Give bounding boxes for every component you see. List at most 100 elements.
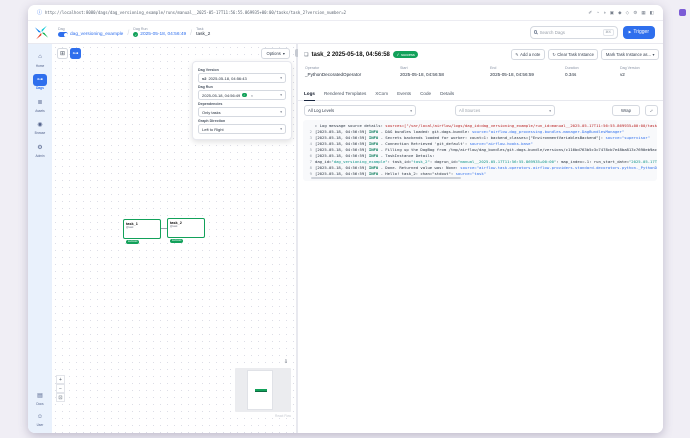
- search-dags-input[interactable]: Search Dags ⌘K: [530, 26, 618, 39]
- browser-extension-icon[interactable]: ✐: [588, 10, 592, 16]
- chevron-down-icon: ▾: [549, 109, 551, 113]
- options-popover: Dag Version v2 2025-05-18, 04:56:43 ▾ Da…: [192, 61, 292, 140]
- log-filter-bar: All Log Levels▾ All Sources▾ Wrap ↕: [298, 105, 663, 117]
- task-detail-tab[interactable]: Rendered Templates: [324, 89, 366, 101]
- task-node-task-1[interactable]: task_1 @task success: [123, 219, 161, 239]
- graph-direction-label: Graph Direction: [198, 119, 286, 123]
- task-node-task-2[interactable]: task_2 @task success: [167, 218, 205, 238]
- graph-zoom-controls: + − ⊡: [56, 375, 65, 402]
- fullscreen-logs-button[interactable]: ↕: [645, 105, 658, 116]
- play-icon: ▶: [629, 30, 632, 34]
- log-level-select[interactable]: All Log Levels▾: [304, 105, 416, 116]
- breadcrumb-task-value[interactable]: task_2: [196, 32, 210, 37]
- clear-selection-icon[interactable]: ×: [251, 93, 253, 98]
- minimap-viewport: [247, 370, 273, 410]
- zoom-in-button[interactable]: +: [56, 375, 65, 384]
- chevron-down-icon: ▾: [410, 109, 412, 113]
- breadcrumb: Dag dag_versioning_example / Dag Run ✓ 2…: [58, 27, 210, 37]
- browser-toolbar: ⓘ http://localhost:8080/dags/dag_version…: [28, 5, 663, 21]
- task-doc-icon: ❏: [304, 52, 308, 58]
- note-icon: ✎: [515, 52, 518, 57]
- site-info-icon[interactable]: ⓘ: [37, 9, 42, 16]
- app-header: Dag dag_versioning_example / Dag Run ✓ 2…: [28, 21, 663, 44]
- task-instance-title: task_2 2025-05-18, 04:56:58: [311, 52, 389, 58]
- address-bar[interactable]: http://localhost:8080/dags/dag_versionin…: [45, 10, 346, 15]
- breadcrumb-run-link[interactable]: 2025-05-18, 04:56:49: [140, 32, 186, 37]
- clear-task-instance-button[interactable]: ↻ Clear Task Instance: [548, 49, 599, 60]
- search-placeholder: Search Dags: [540, 30, 565, 35]
- browser-extension-icon[interactable]: ◔: [596, 10, 599, 15]
- dag-graph-panel: ⊞ ⊶ Options▾ Dag Version v2 2025-05-18, …: [52, 44, 296, 433]
- chevron-down-icon: ▾: [280, 93, 282, 97]
- task-detail-tab[interactable]: Logs: [304, 89, 315, 101]
- task-status-badge: ✓ success: [393, 51, 418, 58]
- task-instance-panel: ❏ task_2 2025-05-18, 04:56:58 ✓ success …: [298, 44, 663, 433]
- log-viewer: ▸ Log message source details: sources=["…: [303, 120, 657, 181]
- sidebar-nav-icon: ≣: [33, 96, 47, 108]
- log-horizontal-scrollbar[interactable]: [311, 177, 461, 179]
- breadcrumb-separator: /: [190, 30, 192, 37]
- task-detail-tab[interactable]: XCom: [375, 89, 388, 101]
- sidebar-bottom-icon: ▤: [33, 389, 47, 401]
- dag-version-select[interactable]: v2 2025-05-18, 04:56:43 ▾: [198, 73, 286, 83]
- task-detail-tabs: Logs Rendered Templates XCom Events Code…: [298, 89, 663, 101]
- run-success-icon: ✓: [242, 93, 247, 98]
- breadcrumb-task-label: Task: [196, 27, 210, 31]
- sidebar-nav-item[interactable]: ⚙ Admin: [33, 141, 47, 158]
- mark-task-instance-as-button[interactable]: Mark Task Instance as... ▾: [601, 49, 659, 60]
- download-graph-icon[interactable]: ⇩: [284, 359, 288, 365]
- sidebar-nav-icon: ◉: [33, 119, 47, 131]
- sidebar-nav-item[interactable]: ≣ Assets: [33, 96, 47, 113]
- trigger-dag-button[interactable]: ▶ Trigger: [623, 26, 655, 39]
- chevron-down-icon: ▾: [652, 52, 654, 57]
- browser-extension-icons: ✐ ◔ ◑ ▣ ◆ ◇⚙ ▦ ◧: [588, 10, 654, 16]
- minimap-node: [255, 389, 267, 392]
- graph-minimap[interactable]: [235, 368, 291, 412]
- sidebar-nav-icon: ⌂: [33, 51, 47, 63]
- task-detail-tab[interactable]: Details: [440, 89, 454, 101]
- task-status-badge: success: [170, 239, 183, 243]
- breadcrumb-dag-link[interactable]: dag_versioning_example: [70, 32, 123, 37]
- sidebar-bottom-item[interactable]: ☺ User: [33, 411, 47, 428]
- airflow-logo[interactable]: [34, 25, 49, 40]
- task-metadata: Operator _PythonDecoratedOperator Start …: [305, 66, 659, 77]
- wrap-logs-button[interactable]: Wrap: [612, 105, 640, 116]
- sidebar-nav-icon: ⚙: [33, 141, 47, 153]
- options-button[interactable]: Options▾: [261, 48, 290, 59]
- run-success-icon: ✓: [133, 32, 138, 37]
- search-shortcut-hint: ⌘K: [603, 29, 614, 36]
- browser-extension-icon[interactable]: ▣: [610, 10, 614, 16]
- browser-extension-icon[interactable]: ◆: [618, 10, 622, 16]
- metadata-column: Operator _PythonDecoratedOperator: [305, 66, 400, 77]
- browser-extension-icon[interactable]: ⚙: [633, 10, 637, 16]
- nav-sidebar: ⌂ Home ⊶ Dags ≣ Assets ◉ Browse: [28, 44, 52, 433]
- graph-direction-select[interactable]: Left to Right ▾: [198, 124, 286, 134]
- sidebar-nav-item[interactable]: ⊶ Dags: [33, 74, 47, 91]
- task-detail-tab[interactable]: Code: [420, 89, 431, 101]
- dependencies-select[interactable]: Only tasks ▾: [198, 107, 286, 117]
- log-source-select[interactable]: All Sources▾: [455, 105, 555, 116]
- browser-extension-icon[interactable]: ◑: [603, 10, 606, 15]
- metadata-column: Dag Version v2: [620, 66, 640, 77]
- zoom-out-button[interactable]: −: [56, 384, 65, 393]
- sidebar-nav-item[interactable]: ⌂ Home: [33, 51, 47, 68]
- add-note-button[interactable]: ✎ Add a note: [511, 49, 545, 60]
- sidebar-nav-item[interactable]: ◉ Browse: [33, 119, 47, 136]
- browser-extension-icon[interactable]: ◇: [626, 10, 630, 16]
- metadata-column: Duration 0.34s: [565, 66, 620, 77]
- browser-extension-icon[interactable]: ▦: [641, 10, 645, 16]
- dag-run-select[interactable]: 2025-05-18, 04:56:49 ✓ × ▾: [198, 90, 286, 100]
- browser-extension-icon[interactable]: ◧: [650, 10, 654, 16]
- dag-pause-toggle[interactable]: [58, 32, 68, 37]
- view-toggle-group: ⊞ ⊶: [57, 48, 81, 59]
- chevron-down-icon: ▾: [280, 110, 282, 114]
- fit-view-button[interactable]: ⊡: [56, 393, 65, 402]
- metadata-column: End 2025-05-18, 04:56:59: [490, 66, 565, 77]
- grid-view-toggle[interactable]: ⊞: [57, 48, 68, 59]
- sidebar-nav-icon: ⊶: [33, 74, 47, 86]
- graph-view-toggle[interactable]: ⊶: [70, 48, 81, 59]
- task-detail-tab[interactable]: Events: [397, 89, 411, 101]
- sidebar-bottom-item[interactable]: ▤ Docs: [33, 389, 47, 406]
- breadcrumb-dag-label: Dag: [58, 27, 123, 31]
- menubar-app-icon[interactable]: [679, 9, 686, 16]
